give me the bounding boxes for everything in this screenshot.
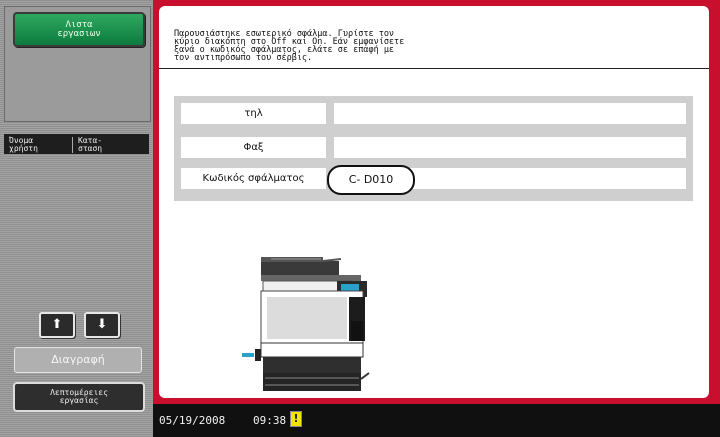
arrow-down-icon: ⬇ [96,317,108,332]
fax-label: Φαξ [181,137,326,158]
column-user-name[interactable]: Όνομα χρήστη [9,137,69,153]
scroll-down-button[interactable]: ⬇ [84,312,120,338]
fax-value [334,137,686,158]
status-bar: 05/19/2008 09:38 ! [153,404,720,437]
left-panel: Λιστα εργασιων Όνομα χρήστη Κατα- σταση … [0,0,153,437]
column-status-line-2: σταση [78,144,103,153]
message-divider [159,68,709,69]
column-status[interactable]: Κατα- σταση [72,137,148,153]
status-date: 05/19/2008 [159,414,226,427]
error-code-label: Κωδικός σφάλματος [181,168,326,189]
phone-value [334,103,686,124]
job-list-column-header: Όνομα χρήστη Κατα- σταση [4,134,149,154]
scroll-up-button[interactable]: ⬆ [39,312,75,338]
warning-icon: ! [290,411,302,427]
error-message: Παρουσιάστηκε εσωτερικό σφάλμα. Γυρίστε … [174,30,694,63]
job-list-label-2: εργασιων [57,28,101,39]
delete-button[interactable]: Διαγραφή [14,347,142,373]
status-time: 09:38 [253,414,287,427]
job-details-label-2: εργασίας [59,396,99,405]
copier-illustration-icon [242,257,370,391]
error-panel: Παρουσιάστηκε εσωτερικό σφάλμα. Γυρίστε … [159,6,709,398]
job-details-button[interactable]: Λεπτομέρειες εργασίας [13,382,145,412]
phone-label: τηλ [181,103,326,124]
error-message-line: τον αντιπρόσωπο του σέρβις. [174,53,313,63]
error-code-value: C- D010 [327,165,415,195]
arrow-up-icon: ⬆ [51,317,63,332]
error-screen: Λιστα εργασιων Όνομα χρήστη Κατα- σταση … [0,0,720,437]
service-contact-box: τηλ Φαξ Κωδικός σφάλματος C- D010 [174,96,693,201]
column-user-name-line-2: χρήστη [9,144,38,153]
job-list-button[interactable]: Λιστα εργασιων [13,12,145,47]
